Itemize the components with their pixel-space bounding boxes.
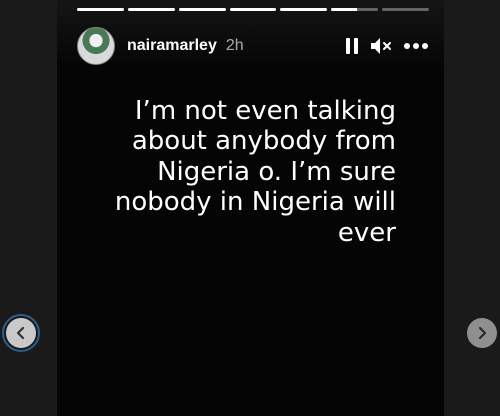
progress-segment <box>229 8 277 11</box>
progress-segment <box>178 8 226 11</box>
progress-segment-fill <box>77 8 124 11</box>
more-options-icon[interactable] <box>403 35 429 57</box>
previous-story-button[interactable] <box>2 314 40 352</box>
progress-segment-fill <box>280 8 328 11</box>
progress-segment-fill <box>229 8 277 11</box>
progress-segment-fill <box>178 8 226 11</box>
progress-segment <box>280 8 328 11</box>
post-time: 2h <box>225 37 244 54</box>
story-controls <box>345 35 429 57</box>
progress-segment-fill <box>127 8 175 11</box>
chevron-right-icon <box>478 326 487 340</box>
pause-icon[interactable] <box>345 35 359 57</box>
story-header: nairamarley 2h <box>77 26 429 66</box>
username[interactable]: nairamarley <box>127 37 217 55</box>
story-text: I’m not even talking about anybody from … <box>114 96 396 248</box>
next-story-button[interactable] <box>467 318 497 348</box>
progress-segment <box>382 8 430 11</box>
avatar[interactable] <box>77 27 115 65</box>
progress-segment-fill <box>331 8 358 11</box>
progress-segment <box>77 8 124 11</box>
chevron-left-icon <box>16 326 25 340</box>
story-viewer-page: nairamarley 2h I’m not even talking abou… <box>0 0 500 416</box>
story-progress-bar <box>77 8 430 11</box>
story-card[interactable]: nairamarley 2h I’m not even talking abou… <box>57 0 444 416</box>
progress-segment <box>127 8 175 11</box>
progress-segment <box>331 8 379 11</box>
mute-icon[interactable] <box>369 35 393 57</box>
